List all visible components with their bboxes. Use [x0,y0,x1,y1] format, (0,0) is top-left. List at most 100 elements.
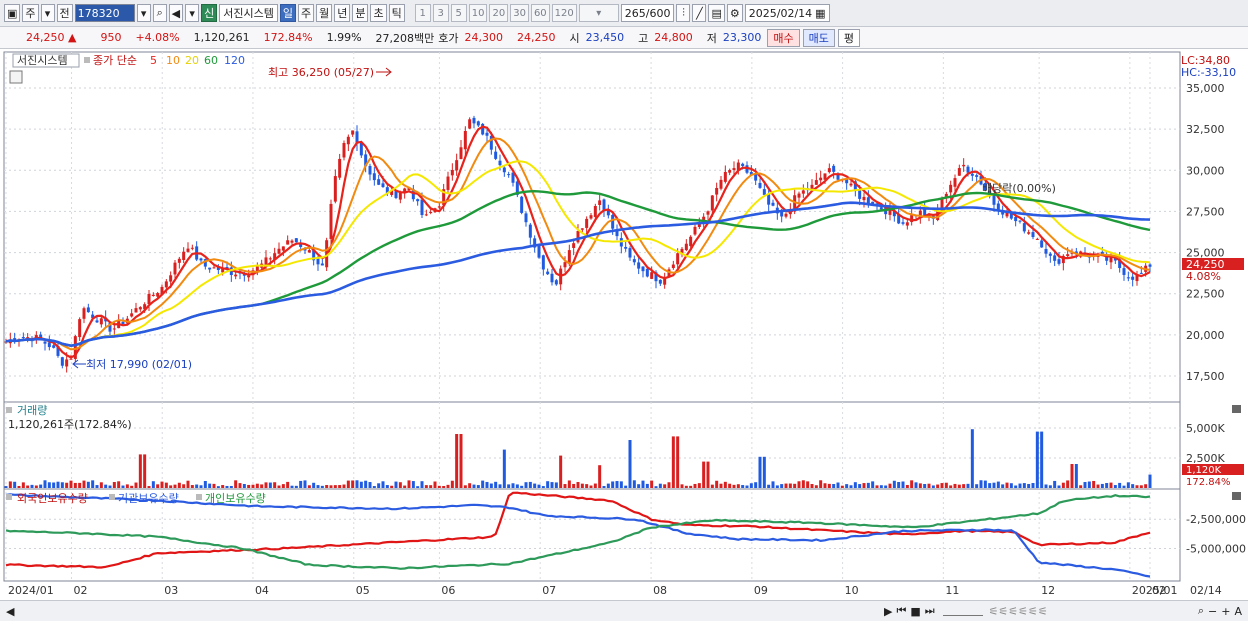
volume-bar [962,484,966,488]
candle-body [970,173,974,176]
volume-bar [459,434,463,488]
interval-1[interactable]: 1 [414,4,431,22]
custom-interval-select[interactable]: ▾ [578,4,619,22]
period-second[interactable]: 초 [370,4,387,22]
volume-bar [73,482,77,488]
candle-body [190,247,194,249]
candle-body [719,179,723,189]
period-month[interactable]: 월 [316,4,333,22]
zoom-slider[interactable] [942,607,983,616]
zoom-in-icon[interactable]: + [1221,605,1230,618]
candle-body [394,191,398,198]
volume-bar [151,481,155,488]
draw-tool-icon[interactable]: ╱ [692,4,707,22]
volume-pane-close-icon[interactable] [1232,405,1241,413]
candle-body [1040,240,1044,248]
calendar-icon[interactable]: ▦ [815,7,825,20]
scroll-left-icon[interactable]: ◀ [6,605,14,618]
candle-body [21,337,25,339]
volume-bar [611,481,615,488]
stop-icon[interactable]: ■ [910,605,920,618]
search-icon[interactable]: ⌕ [152,4,167,22]
count-box[interactable]: 265 /600 [620,4,675,22]
interval-3[interactable]: 3 [432,4,449,22]
pct-tag: 4.08% [1186,270,1221,283]
first-icon[interactable]: ⏮ [896,604,906,618]
menu-dropdown-icon[interactable]: ▾ [185,4,200,22]
chevron-down-icon[interactable]: ▾ [40,4,55,22]
period-minute[interactable]: 분 [352,4,369,22]
volume-bar [511,483,515,488]
volume-bar [21,482,25,488]
stock-code-input[interactable]: 178320 [74,4,135,22]
candle-body [541,255,545,270]
volume-bar [169,485,173,488]
candle-body [671,264,675,269]
buy-button[interactable]: 매수 [767,28,800,47]
volume-bar [273,482,277,488]
interval-5[interactable]: 5 [450,4,467,22]
volume-bar [645,483,649,488]
stock-name: 서진시스템 [219,4,278,22]
toolbar-tools-icon[interactable]: ⚟⚟⚟⚟⚟⚟ [989,605,1048,618]
candle-body [95,320,99,323]
date-field[interactable]: 2025/02/14 ▦ [744,4,830,22]
volume-bar [130,485,134,488]
volume-bar [819,480,823,488]
chart-area[interactable]: 35,00032,50030,00027,50025,00022,50020,0… [0,50,1248,600]
save-icon[interactable]: ▤ [708,4,725,22]
sell-button[interactable]: 매도 [802,28,835,47]
x-tick-label: 11 [945,584,959,597]
font-size-icon[interactable]: A [1234,605,1242,618]
scroll-right-icon[interactable]: ▶ [884,605,892,618]
volume-bar [117,481,121,488]
volume-bar [260,484,264,488]
period-week[interactable]: 주 [297,4,315,22]
period-year[interactable]: 년 [334,4,351,22]
volume-bar [264,482,268,488]
candle-body [676,253,680,265]
volume-bar [975,484,979,488]
candle-body [424,214,428,216]
interval-30[interactable]: 30 [510,4,529,22]
volume-bar [1070,464,1074,488]
interval-120[interactable]: 120 [551,4,577,22]
interval-60[interactable]: 60 [530,4,550,22]
gear-icon[interactable]: ⚙ [726,4,743,22]
interval-10[interactable]: 10 [468,4,488,22]
candle-body [52,345,56,348]
candle-body [446,176,450,190]
period-day[interactable]: 일 [279,4,296,22]
volume-bar [312,482,316,488]
eval-button[interactable]: 평 [837,28,861,47]
chart-scrollbar[interactable]: ◀ ▶ ⏮ ■ ⏭ ⚟⚟⚟⚟⚟⚟ ⌕ − + A [0,600,1248,621]
x-tick-label: 09 [754,584,768,597]
prev-button[interactable]: 전 [56,4,73,22]
last-icon[interactable]: ⏭ [925,604,935,618]
speaker-icon[interactable]: ◀ [168,4,184,22]
code-dropdown-icon[interactable]: ▾ [136,4,151,22]
volume-bar [286,481,290,488]
volume-bar [966,483,970,488]
market-select[interactable]: 주 [22,4,39,22]
interval-20[interactable]: 20 [489,4,509,22]
zoom-icon[interactable]: ⌕ [1198,604,1204,618]
zoom-out-icon[interactable]: − [1208,605,1217,618]
window-icon[interactable]: ▣ [4,4,21,22]
holding-pane-close-icon[interactable] [1232,492,1241,500]
low-price: 23,300 [722,31,762,44]
candle-body [827,168,831,173]
info-button[interactable]: 신 [201,4,218,22]
candle-body [173,262,177,275]
candle-body [849,183,853,186]
period-tick[interactable]: 틱 [388,4,405,22]
volume-bar [758,456,762,488]
candle-body [1109,257,1113,263]
volume-bar [247,484,251,488]
calculator-icon[interactable] [9,70,23,84]
volume-bar [1109,482,1113,488]
chart-type-icon[interactable]: ⫶ [676,4,691,22]
candle-body [455,160,459,171]
volume-bar [676,436,680,488]
volume-bar [125,484,129,488]
